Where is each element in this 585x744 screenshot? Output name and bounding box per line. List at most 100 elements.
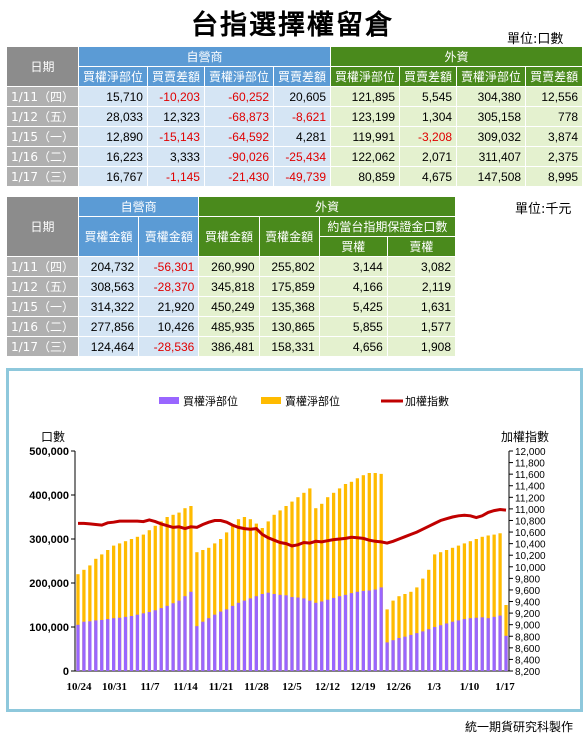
- call-position-bar: [117, 617, 122, 671]
- y2-tick-label: 8,200: [515, 667, 540, 678]
- unit-label-thousands: 單位:千元: [515, 202, 572, 217]
- row-date: 1/16（二）: [6, 316, 79, 337]
- y-tick-label: 400,000: [29, 490, 69, 502]
- table-cell: 4,166: [318, 276, 388, 297]
- y-tick-label: 300,000: [29, 534, 69, 546]
- table-cell: 124,464: [77, 336, 140, 357]
- table-cell: -64,592: [203, 126, 275, 147]
- col-header: 買權金額: [77, 216, 140, 257]
- y-tick-label: 0: [63, 666, 69, 678]
- table-cell: 1,577: [386, 316, 457, 337]
- call-position-bar: [129, 616, 134, 671]
- dealer-group-header: 自營商: [77, 46, 332, 67]
- call-position-bar: [159, 608, 163, 671]
- table-cell: 260,990: [198, 256, 260, 277]
- table-row: 1/17（三） 16,767 -1,145 -21,430 -49,739 80,859 4…: [6, 166, 584, 187]
- table-cell: 158,331: [258, 336, 320, 357]
- call-position-bar: [296, 597, 300, 671]
- col-header: 買權淨部位: [330, 66, 401, 87]
- col-header: 賣權淨部位: [456, 66, 527, 87]
- y2-tick-label: 12,000: [515, 447, 546, 458]
- table-row: 1/11（四） 15,710 -10,203 -60,252 20,605 121,895…: [6, 86, 584, 107]
- call-position-bar: [106, 619, 110, 671]
- x-tick-label: 11/7: [141, 681, 160, 693]
- call-position-bar: [171, 603, 175, 671]
- y2-tick-label: 10,200: [515, 551, 546, 562]
- table-row: 1/16（二） 277,856 10,426 485,935 130,865 5,855 1…: [6, 316, 457, 337]
- table-cell: 12,890: [77, 126, 148, 147]
- call-position-bar: [141, 613, 146, 671]
- table-cell: 311,407: [456, 146, 527, 167]
- table-cell: 15,710: [77, 86, 148, 107]
- positions-table: 日期 自營商 外資 買權淨部位 買賣差額 賣權淨部位 買賣差額 買權淨部位 買賣差額 賣權淨…: [6, 46, 584, 187]
- call-position-bar: [314, 602, 318, 671]
- table-cell: 304,380: [456, 86, 527, 107]
- table-cell: 309,032: [456, 126, 527, 147]
- call-position-bar: [480, 617, 484, 671]
- call-position-bar: [468, 618, 472, 671]
- call-position-bar: [498, 615, 502, 671]
- call-position-bar: [76, 624, 80, 671]
- table-cell: 175,859: [258, 276, 320, 297]
- col-header: 買權淨部位: [77, 66, 148, 87]
- call-position-bar: [379, 587, 383, 671]
- y-axis-title: 口數: [41, 430, 65, 444]
- call-position-bar: [207, 618, 211, 671]
- call-position-bar: [486, 618, 490, 671]
- y2-axis-title: 加權指數: [501, 429, 549, 444]
- table-cell: 123,199: [330, 106, 401, 127]
- col-header: 買賣差額: [272, 66, 332, 87]
- positions-chart: 0 100,000 200,000 300,000 400,000 500,000 8,20…: [29, 394, 549, 693]
- table-cell: 2,119: [386, 276, 457, 297]
- call-position-bar: [373, 589, 377, 671]
- legend-swatch: [159, 397, 179, 404]
- row-date: 1/16（二）: [6, 146, 79, 167]
- y2-tick-label: 9,200: [515, 609, 540, 620]
- table-cell: -49,739: [272, 166, 332, 187]
- call-position-bar: [260, 594, 264, 671]
- call-position-bar: [153, 610, 157, 671]
- y-tick-label: 100,000: [29, 622, 69, 634]
- call-position-bar: [444, 623, 449, 671]
- call-position-bar: [391, 640, 395, 671]
- x-tick-label: 10/24: [66, 681, 92, 693]
- row-date: 1/11（四）: [6, 86, 79, 107]
- row-date: 1/12（五）: [6, 106, 79, 127]
- call-position-bar: [254, 596, 258, 671]
- table-cell: 1,631: [386, 296, 457, 317]
- table-cell: -3,208: [399, 126, 458, 147]
- call-position-bar: [165, 605, 169, 671]
- col-header: 買賣差額: [525, 66, 584, 87]
- table-row: 1/15（一） 12,890 -15,143 -64,592 4,281 119,991-…: [6, 126, 584, 147]
- table-cell: -60,252: [203, 86, 275, 107]
- col-header: 賣權淨部位: [203, 66, 275, 87]
- col-header: 買權: [318, 236, 388, 257]
- call-position-bar: [349, 593, 354, 671]
- table-cell: 80,859: [330, 166, 401, 187]
- legend-label: 買權淨部位: [183, 394, 238, 408]
- y-tick-label: 200,000: [29, 578, 69, 590]
- x-tick-label: 12/5: [282, 681, 302, 693]
- legend-swatch: [261, 397, 281, 404]
- call-position-bar: [385, 642, 389, 671]
- y2-tick-label: 9,800: [515, 574, 540, 585]
- call-position-bar: [236, 602, 241, 671]
- call-position-bar: [242, 600, 247, 671]
- table-cell: 12,556: [525, 86, 584, 107]
- call-position-bar: [326, 599, 330, 671]
- page-title: 台指選擇權留倉: [191, 10, 394, 41]
- x-tick-label: 1/17: [495, 681, 515, 693]
- y2-tick-label: 8,800: [515, 632, 540, 643]
- call-position-bar: [427, 629, 431, 671]
- x-tick-label: 10/31: [102, 681, 127, 693]
- call-position-bar: [421, 631, 425, 671]
- table-cell: 386,481: [198, 336, 260, 357]
- call-position-bar: [100, 619, 104, 671]
- call-position-bar: [272, 594, 276, 671]
- call-position-bar: [219, 611, 223, 671]
- x-tick-label: 12/26: [386, 681, 412, 693]
- y2-tick-label: 9,000: [515, 621, 540, 632]
- table-row: 1/12（五） 28,033 12,323 -68,873 -8,621 123,199 1…: [6, 106, 584, 127]
- y2-tick-label: 10,800: [515, 516, 546, 527]
- table-cell: -68,873: [203, 106, 275, 127]
